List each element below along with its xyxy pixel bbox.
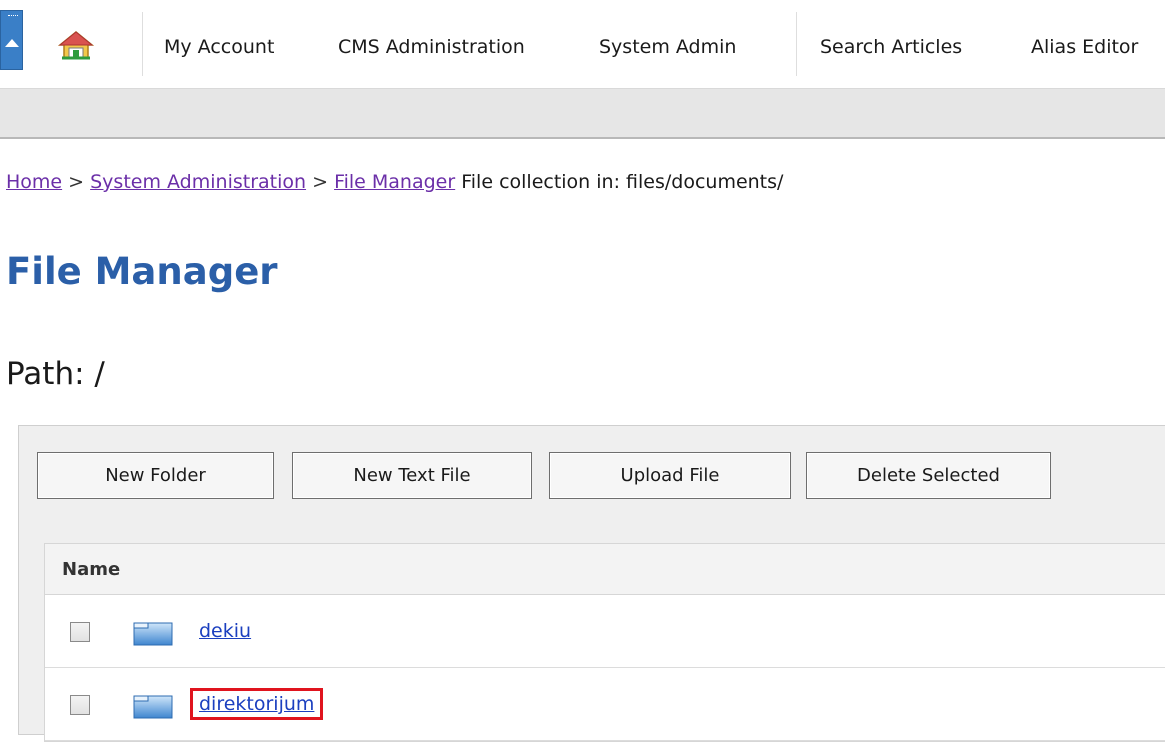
file-manager-panel: New Folder New Text File Upload File Del… bbox=[18, 425, 1165, 742]
breadcrumb-home-link[interactable]: Home bbox=[6, 171, 62, 193]
nav-my-account[interactable]: My Account bbox=[164, 36, 274, 58]
table-row: dekiu bbox=[45, 595, 1165, 668]
new-text-file-button[interactable]: New Text File bbox=[292, 452, 532, 499]
folder-link-dekiu[interactable]: dekiu bbox=[199, 620, 251, 642]
column-header-name[interactable]: Name bbox=[62, 559, 120, 580]
delete-selected-button[interactable]: Delete Selected bbox=[806, 452, 1051, 499]
new-folder-button[interactable]: New Folder bbox=[37, 452, 274, 499]
breadcrumb-separator: > bbox=[68, 171, 85, 193]
nav-system-admin[interactable]: System Admin bbox=[599, 36, 736, 58]
breadcrumb: Home > System Administration > File Mana… bbox=[6, 171, 783, 193]
nav-cms-administration[interactable]: CMS Administration bbox=[338, 36, 525, 58]
nav-separator bbox=[142, 12, 143, 76]
dots-decoration bbox=[8, 15, 18, 18]
folder-icon bbox=[133, 620, 173, 646]
up-arrow-icon bbox=[5, 39, 19, 47]
breadcrumb-trail-text: File collection in: files/documents/ bbox=[461, 171, 784, 193]
upload-file-button[interactable]: Upload File bbox=[549, 452, 791, 499]
table-row: direktorijum bbox=[45, 668, 1165, 741]
top-navigation: My Account CMS Administration System Adm… bbox=[0, 0, 1165, 89]
secondary-toolbar bbox=[0, 89, 1165, 139]
file-table: Name dekiu direktorijum bbox=[44, 543, 1165, 742]
row-checkbox[interactable] bbox=[70, 695, 90, 715]
breadcrumb-file-manager-link[interactable]: File Manager bbox=[334, 171, 455, 193]
nav-search-articles[interactable]: Search Articles bbox=[820, 36, 962, 58]
folder-link-direktorijum[interactable]: direktorijum bbox=[189, 688, 324, 720]
table-header: Name bbox=[45, 544, 1165, 595]
file-toolbar: New Folder New Text File Upload File Del… bbox=[19, 426, 1165, 518]
home-icon[interactable] bbox=[57, 30, 95, 60]
breadcrumb-separator: > bbox=[312, 171, 329, 193]
nav-alias-editor[interactable]: Alias Editor bbox=[1031, 36, 1138, 58]
page-title: File Manager bbox=[6, 250, 278, 293]
breadcrumb-system-administration-link[interactable]: System Administration bbox=[90, 171, 306, 193]
current-path: Path: / bbox=[6, 356, 105, 392]
folder-icon bbox=[133, 693, 173, 719]
row-checkbox[interactable] bbox=[70, 622, 90, 642]
collapse-arrow-icon[interactable] bbox=[0, 10, 23, 70]
nav-separator bbox=[796, 12, 797, 76]
